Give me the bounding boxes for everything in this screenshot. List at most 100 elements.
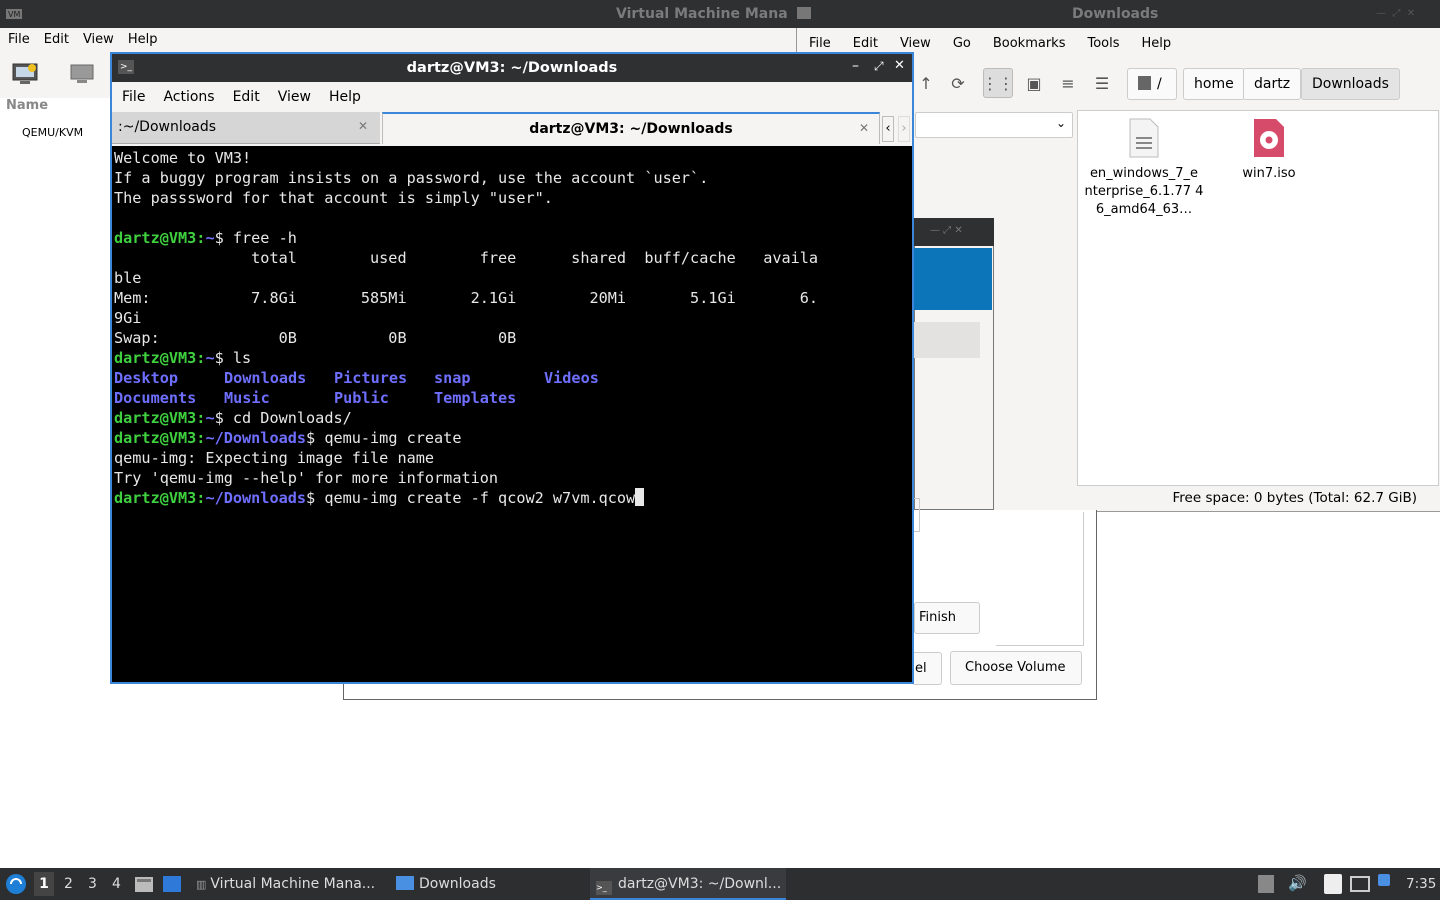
tab-label: :~/Downloads (118, 119, 217, 135)
clipboard-icon[interactable] (1324, 874, 1342, 894)
up-arrow-icon[interactable]: ↑ (911, 68, 941, 98)
prompt-user: dartz@VM3: (114, 409, 206, 427)
detailed-list-view-icon[interactable]: ☰ (1087, 68, 1117, 98)
show-desktop-icon[interactable] (162, 875, 182, 893)
start-menu-icon[interactable] (5, 873, 27, 895)
workspace-1[interactable]: 1 (34, 872, 54, 896)
breadcrumb-dartz[interactable]: dartz (1243, 68, 1302, 100)
terminal-output[interactable]: Welcome to VM3! If a buggy program insist… (114, 148, 910, 682)
breadcrumb-downloads[interactable]: Downloads (1301, 68, 1400, 100)
fm-file-view[interactable]: en_windows_7_e nterprise_6.1.77 46_amd64… (1077, 110, 1439, 486)
tab-active[interactable]: dartz@VM3: ~/Downloads ✕ (382, 112, 880, 144)
file-item[interactable]: win7.iso (1226, 117, 1312, 183)
prompt-user: dartz@VM3: (114, 429, 206, 447)
vmm-menu-help[interactable]: Help (128, 28, 166, 52)
folder-icon (796, 7, 811, 19)
terminal-tab-bar: :~/Downloads ✕ dartz@VM3: ~/Downloads ✕ … (112, 112, 912, 146)
fm-menu-bookmarks[interactable]: Bookmarks (993, 32, 1074, 56)
term-menu-file[interactable]: File (122, 82, 153, 112)
prompt-user: dartz@VM3: (114, 489, 206, 507)
fm-status-bar: Free space: 0 bytes (Total: 62.7 GiB) (1172, 490, 1417, 506)
terminal-task-icon: >_ (596, 881, 612, 895)
term-menu-help[interactable]: Help (329, 82, 369, 112)
terminal-line: qemu-img: Expecting image file name (114, 449, 435, 467)
tab-close-icon[interactable]: ✕ (358, 119, 368, 133)
cancel-button[interactable]: el (912, 652, 942, 685)
term-menu-edit[interactable]: Edit (233, 82, 268, 112)
breadcrumb-home[interactable]: home (1183, 68, 1245, 100)
tab-scroll-left-icon[interactable]: ‹ (882, 116, 894, 142)
task-downloads[interactable]: Downloads (390, 868, 502, 900)
icon-view-icon[interactable]: ⋮⋮ (982, 68, 1014, 98)
finish-button[interactable]: Finish (914, 602, 980, 634)
command: $ qemu-img create (306, 429, 462, 447)
thumbnail-view-icon[interactable]: ▣ (1019, 68, 1049, 98)
command: $ free -h (214, 229, 297, 247)
compact-view-icon[interactable]: ≡ (1053, 68, 1083, 98)
wizard-titlebar[interactable]: — ⤢ ✕ (914, 218, 994, 246)
ls-dir: Downloads (224, 369, 307, 387)
terminal-line: The passsword for that account is simply… (114, 189, 553, 207)
path-toggle-button[interactable]: / (1127, 68, 1177, 100)
fm-window-title: Downloads (1072, 6, 1159, 22)
vmm-list-header[interactable]: Name (0, 98, 112, 118)
terminal-line: Swap: 0B 0B 0B (114, 329, 517, 347)
taskbar: 1 2 3 4 ▥ Virtual Machine Mana... Downloa… (0, 868, 1440, 900)
ls-dir: Public (334, 389, 389, 407)
command: $ ls (214, 349, 252, 367)
command-input[interactable]: $ qemu-img create -f qcow2 w7vm.qcow (306, 489, 635, 507)
ls-dir: Templates (434, 389, 517, 407)
prompt-path: ~ (205, 349, 215, 367)
ls-dir: Videos (544, 369, 599, 387)
terminal-app-icon: >_ (118, 60, 134, 74)
vmm-menu-edit[interactable]: Edit (44, 28, 77, 52)
term-menu-actions[interactable]: Actions (163, 82, 222, 112)
fm-window-controls[interactable]: — ⤢ ✕ (1376, 8, 1436, 20)
workspace-4[interactable]: 4 (112, 876, 121, 892)
notification-icon[interactable] (1378, 874, 1390, 886)
term-menu-view[interactable]: View (278, 82, 319, 112)
file-item[interactable]: en_windows_7_e nterprise_6.1.77 46_amd64… (1080, 117, 1208, 219)
file-manager-launcher-icon[interactable] (134, 875, 154, 893)
fm-menu-help[interactable]: Help (1142, 32, 1180, 56)
choose-volume-button[interactable]: Choose Volume (950, 651, 1082, 685)
dialog-panel (996, 512, 1084, 646)
vmm-menu-view[interactable]: View (83, 28, 122, 52)
side-pane-dropdown[interactable]: ⌄ (915, 112, 1073, 138)
clock[interactable]: 7:35 (1406, 876, 1436, 892)
terminal-line: Mem: 7.8Gi 585Mi 2.1Gi 20Mi 5.1Gi 6. (114, 289, 819, 307)
minimize-icon[interactable]: – (852, 58, 859, 74)
task-terminal[interactable]: >_ dartz@VM3: ~/Downl... (590, 868, 786, 900)
open-vm-icon[interactable] (70, 64, 94, 84)
terminal-line: ble (114, 269, 142, 287)
path-edit-icon (1138, 76, 1151, 90)
vmm-connection-row[interactable]: QEMU/KVM (22, 126, 83, 139)
tab-close-icon[interactable]: ✕ (859, 121, 869, 135)
text-file-icon (1129, 118, 1159, 158)
maximize-icon[interactable]: ⤢ (874, 59, 884, 74)
vmm-menu-file[interactable]: File (8, 28, 38, 52)
terminal-titlebar[interactable]: dartz@VM3: ~/Downloads >_ – ⤢ ✕ (112, 54, 912, 82)
chevron-down-icon: ⌄ (1055, 116, 1066, 130)
close-icon[interactable]: ✕ (894, 58, 905, 73)
fm-menu-tools[interactable]: Tools (1087, 32, 1127, 56)
tab-label: dartz@VM3: ~/Downloads (529, 121, 733, 137)
workspace-3[interactable]: 3 (88, 876, 97, 892)
fm-menu-go[interactable]: Go (953, 32, 979, 56)
tray-updates-icon[interactable] (1258, 875, 1274, 893)
new-vm-icon[interactable] (12, 62, 38, 86)
reload-icon[interactable]: ⟳ (943, 68, 973, 98)
tab-inactive[interactable]: :~/Downloads ✕ (112, 112, 380, 144)
tab-scroll-right-icon[interactable]: › (898, 116, 910, 142)
task-virtual-machine-manager[interactable]: ▥ Virtual Machine Mana... (190, 868, 381, 900)
ls-dir: Pictures (334, 369, 408, 387)
prompt-path: ~/Downloads (205, 489, 307, 507)
vmm-menubar: File Edit View Help (0, 28, 800, 52)
terminal-line: 9Gi (114, 309, 142, 327)
workspace-2[interactable]: 2 (64, 876, 73, 892)
network-icon[interactable] (1350, 876, 1370, 892)
volume-icon[interactable]: 🔊 (1288, 874, 1307, 892)
terminal-title: dartz@VM3: ~/Downloads (406, 60, 618, 76)
folder-icon (396, 876, 414, 890)
wizard-field[interactable] (914, 322, 980, 358)
